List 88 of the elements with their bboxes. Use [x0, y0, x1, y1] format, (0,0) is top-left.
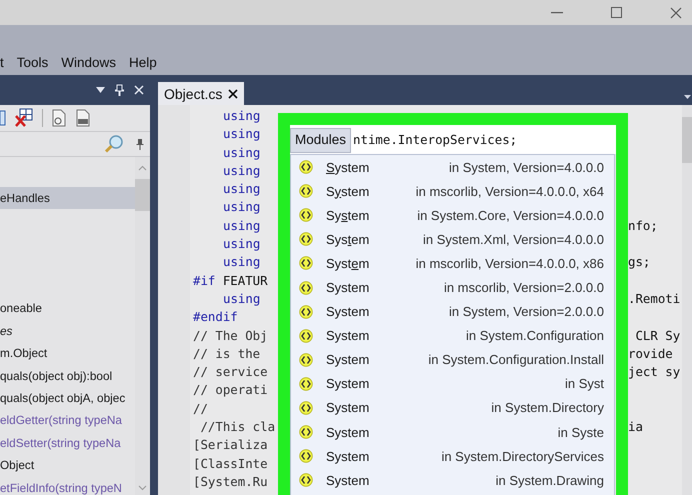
list-item[interactable]: System in System, Version=2.0.0.0	[291, 300, 614, 324]
code-line: CLR Sy	[634, 326, 680, 345]
braces-icon	[299, 449, 313, 464]
code-line: // service	[193, 364, 268, 380]
close-icon[interactable]	[228, 88, 238, 98]
braces-icon	[299, 376, 313, 391]
code-line: #if FEATUR	[193, 272, 268, 288]
list-item[interactable]: System in System.Xml, Version=4.0.0.0	[291, 227, 614, 252]
code-line: using	[223, 236, 260, 252]
menu-item[interactable]: Tools	[16, 54, 48, 72]
file-icon[interactable]	[51, 109, 67, 127]
list-item[interactable]: System in System.Configuration	[291, 324, 614, 348]
scrollbar[interactable]	[135, 157, 150, 495]
braces-icon	[299, 208, 313, 222]
list-item[interactable]: System in System.DirectoryServices	[291, 444, 614, 468]
document-icon[interactable]	[0, 110, 6, 126]
list-item[interactable]: System in mscorlib, Version=4.0.0.0, x64	[291, 179, 614, 204]
list-item[interactable]: System in System.Directory	[291, 396, 614, 420]
scrollbar-thumb[interactable]	[135, 179, 150, 211]
list-item[interactable]: System in System.Configuration.Install	[291, 348, 614, 372]
code-line: // is the	[193, 346, 260, 361]
dropdown-icon[interactable]	[684, 95, 691, 99]
braces-icon	[299, 160, 313, 174]
tree-item[interactable]: eHandles	[0, 187, 135, 210]
code-line: gs;	[628, 253, 650, 272]
code-line: //	[193, 400, 208, 416]
tree-item[interactable]: quals(object objA, objec	[0, 386, 135, 410]
list-item[interactable]: System in System.Drawing	[291, 468, 614, 492]
tree-item[interactable]: es	[0, 320, 135, 342]
code-line: [Serializa	[193, 437, 268, 452]
code-line: using	[223, 144, 260, 160]
code-line: using	[223, 108, 260, 123]
document-tab[interactable]: Object.cs	[158, 82, 244, 105]
braces-icon	[299, 184, 313, 198]
tree-item[interactable]: eldSetter(string typeNa	[0, 432, 135, 454]
scrollbar[interactable]	[682, 105, 692, 495]
braces-icon	[299, 425, 313, 440]
code-line: using	[223, 181, 260, 196]
grid-remove-icon[interactable]	[14, 108, 34, 128]
menu-item[interactable]: Help	[129, 54, 157, 72]
minimize-icon[interactable]	[551, 12, 563, 14]
code-line: [System.Ru	[193, 474, 268, 489]
braces-icon	[299, 232, 313, 246]
tree-item[interactable]: quals(object obj):bool	[0, 364, 135, 387]
list-item[interactable]: System in mscorlib, Version=4.0.0.0, x86	[291, 251, 614, 276]
code-line: ject sy	[628, 363, 680, 382]
braces-icon	[299, 304, 313, 319]
tree-item[interactable]: m.Object	[0, 342, 135, 365]
code-line: ntime.InteropServices;	[353, 131, 518, 147]
list-item[interactable]: System in Syst	[291, 372, 614, 396]
code-line: using	[223, 162, 260, 178]
list-item[interactable]: System in Syste	[291, 420, 614, 444]
code-line: // operati	[193, 382, 268, 398]
tree-item[interactable]: oneable	[0, 297, 135, 320]
code-line: rovide	[628, 344, 673, 363]
pin-icon[interactable]	[115, 84, 124, 96]
code-line: using	[223, 126, 260, 142]
braces-icon	[299, 256, 313, 270]
code-line: .Remoti	[628, 290, 680, 308]
code-line: using	[223, 199, 260, 214]
maximize-icon[interactable]	[611, 7, 622, 18]
tree-item[interactable]: Object	[0, 454, 135, 477]
menu-item[interactable]: t	[0, 54, 4, 72]
braces-icon	[299, 328, 313, 343]
list-item[interactable]: System in System, Version=4.0.0.0	[291, 155, 614, 180]
code-line: ia	[628, 418, 643, 436]
pin-icon[interactable]	[136, 138, 144, 150]
code-line: using	[223, 254, 260, 270]
scrollbar-thumb[interactable]	[682, 117, 692, 163]
popup-tab[interactable]: Modules	[290, 128, 352, 153]
dropdown-icon[interactable]	[96, 87, 105, 93]
tree-item[interactable]: etFieldInfo(string typeN	[0, 476, 135, 495]
code-line: #endif	[193, 309, 238, 324]
code-line: using	[223, 218, 260, 233]
braces-icon	[299, 352, 313, 367]
braces-icon	[299, 400, 313, 415]
code-line: nfo;	[628, 216, 658, 235]
tree-item[interactable]: eldGetter(string typeNa	[0, 409, 135, 432]
file-icon[interactable]	[75, 109, 91, 127]
list-item[interactable]: System in System.Core, Version=4.0.0.0	[291, 203, 614, 228]
code-line: [ClassInte	[193, 456, 268, 471]
code-line: //This cla	[199, 419, 276, 434]
menu-item[interactable]: Windows	[61, 54, 116, 72]
code-line: using	[223, 290, 260, 306]
list-item[interactable]: System in mscorlib, Version=2.0.0.0	[291, 275, 614, 300]
braces-icon	[299, 280, 313, 295]
braces-icon	[299, 473, 313, 488]
code-line: // The Obj	[193, 328, 268, 343]
